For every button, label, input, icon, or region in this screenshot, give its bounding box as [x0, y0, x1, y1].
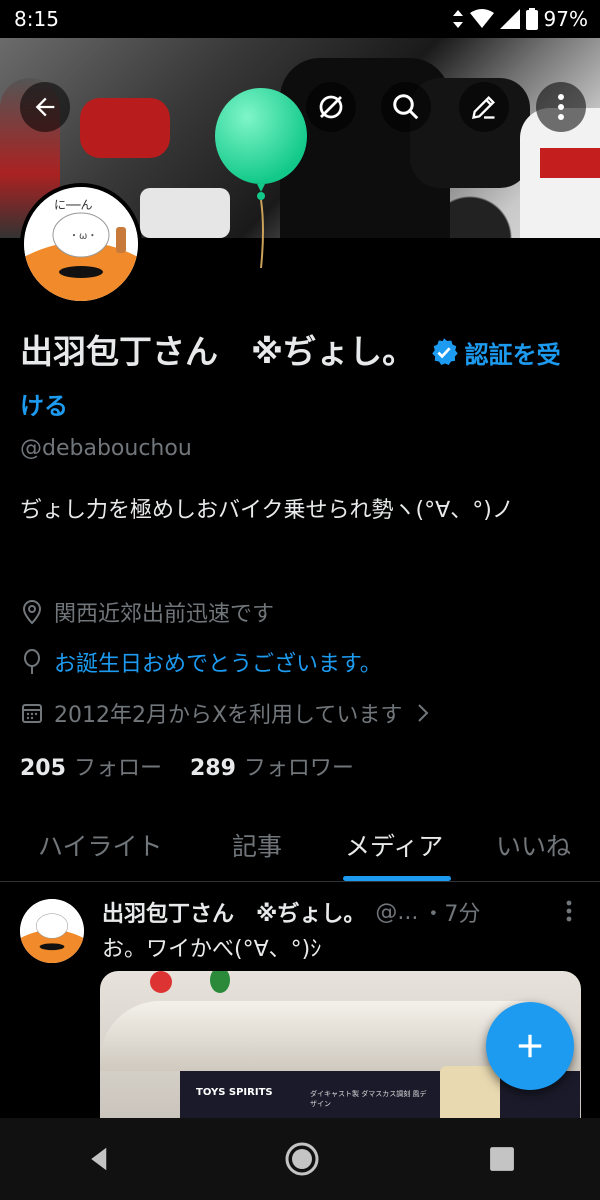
search-icon [393, 94, 419, 120]
visibility-button[interactable] [306, 82, 356, 132]
tab-highlights[interactable]: ハイライト [38, 827, 163, 863]
profile-name-block: 出羽包丁さん ※ぢょし。 認証を受ける [20, 328, 580, 430]
tweet-author-handle: @... [375, 899, 419, 925]
tweet-more-icon[interactable] [566, 900, 572, 922]
tweet-author-name[interactable]: 出羽包丁さん ※ぢょし。 [102, 896, 365, 928]
nav-recents-icon[interactable] [489, 1146, 515, 1172]
visibility-icon [319, 95, 343, 119]
svg-text:・ω・: ・ω・ [69, 231, 97, 242]
followers-label: フォロワー [243, 756, 354, 781]
calendar-icon [22, 704, 42, 723]
media-caption: ダイキャスト製 ダマスカス調刻 風デザイン [310, 1090, 427, 1108]
compose-fab[interactable] [486, 1002, 574, 1090]
avatar-speech: に──ん [54, 198, 92, 212]
edit-icon [472, 96, 495, 119]
birthday-balloon [215, 88, 307, 268]
more-button[interactable] [536, 82, 586, 132]
location-text: 関西近郊出前迅速です [54, 602, 275, 627]
search-button[interactable] [381, 82, 431, 132]
birthday-text[interactable]: お誕生日おめでとうございます。 [54, 646, 382, 678]
back-arrow-icon [35, 97, 55, 117]
display-name: 出羽包丁さん ※ぢょし。 [20, 332, 416, 371]
joined-text: 2012年2月からXを利用しています [54, 703, 403, 728]
balloon-icon [24, 649, 40, 674]
profile-avatar[interactable]: ・ω・ に──ん [20, 183, 142, 305]
status-time: 8:15 [14, 7, 59, 31]
back-button[interactable] [20, 82, 70, 132]
birthday-row: お誕生日おめでとうございます。 [20, 646, 382, 678]
following-count: 205 [20, 756, 66, 781]
following-link[interactable]: 205 フォロー [20, 750, 162, 782]
tab-articles[interactable]: 記事 [232, 827, 282, 863]
chevron-right-icon[interactable] [414, 702, 432, 724]
battery-percent: 97% [543, 7, 588, 31]
tweet-time: ・7分 [422, 902, 481, 927]
system-nav-bar [0, 1118, 600, 1200]
followers-link[interactable]: 289 フォロワー [190, 750, 354, 782]
tab-media[interactable]: メディア [345, 827, 443, 863]
following-label: フォロー [73, 756, 162, 781]
nav-home-icon[interactable] [284, 1141, 320, 1177]
verified-badge-icon [431, 338, 458, 365]
nav-back-icon[interactable] [85, 1144, 115, 1174]
profile-handle: @debabouchou [20, 436, 192, 461]
plus-icon [518, 1034, 542, 1058]
location-icon [22, 599, 42, 625]
more-vert-icon [558, 94, 564, 120]
active-tab-indicator [343, 876, 451, 881]
profile-tabs: ハイライト 記事 メディア いいね [0, 815, 600, 882]
tab-likes[interactable]: いいね [496, 827, 571, 863]
signal-icon [499, 9, 520, 29]
battery-icon [525, 8, 538, 30]
profile-bio: ぢょし力を極めしおバイク乗せられ勢ヽ(°∀、°)ノ [20, 498, 514, 523]
tweet-avatar[interactable] [20, 899, 84, 963]
follow-stats: 205 フォロー 289 フォロワー [20, 750, 354, 782]
data-arrows-icon [452, 10, 463, 28]
status-bar: 8:15 97% [0, 0, 600, 38]
edit-button[interactable] [459, 82, 509, 132]
joined-row: 2012年2月からXを利用しています [20, 697, 442, 729]
location-row: 関西近郊出前迅速です [20, 596, 274, 628]
media-brand: TOYS SPIRITS [196, 1087, 273, 1098]
wifi-icon [469, 9, 494, 28]
followers-count: 289 [189, 756, 236, 781]
tweet-text: お。ワイかべ(°∀、°)ｼ [102, 937, 322, 962]
